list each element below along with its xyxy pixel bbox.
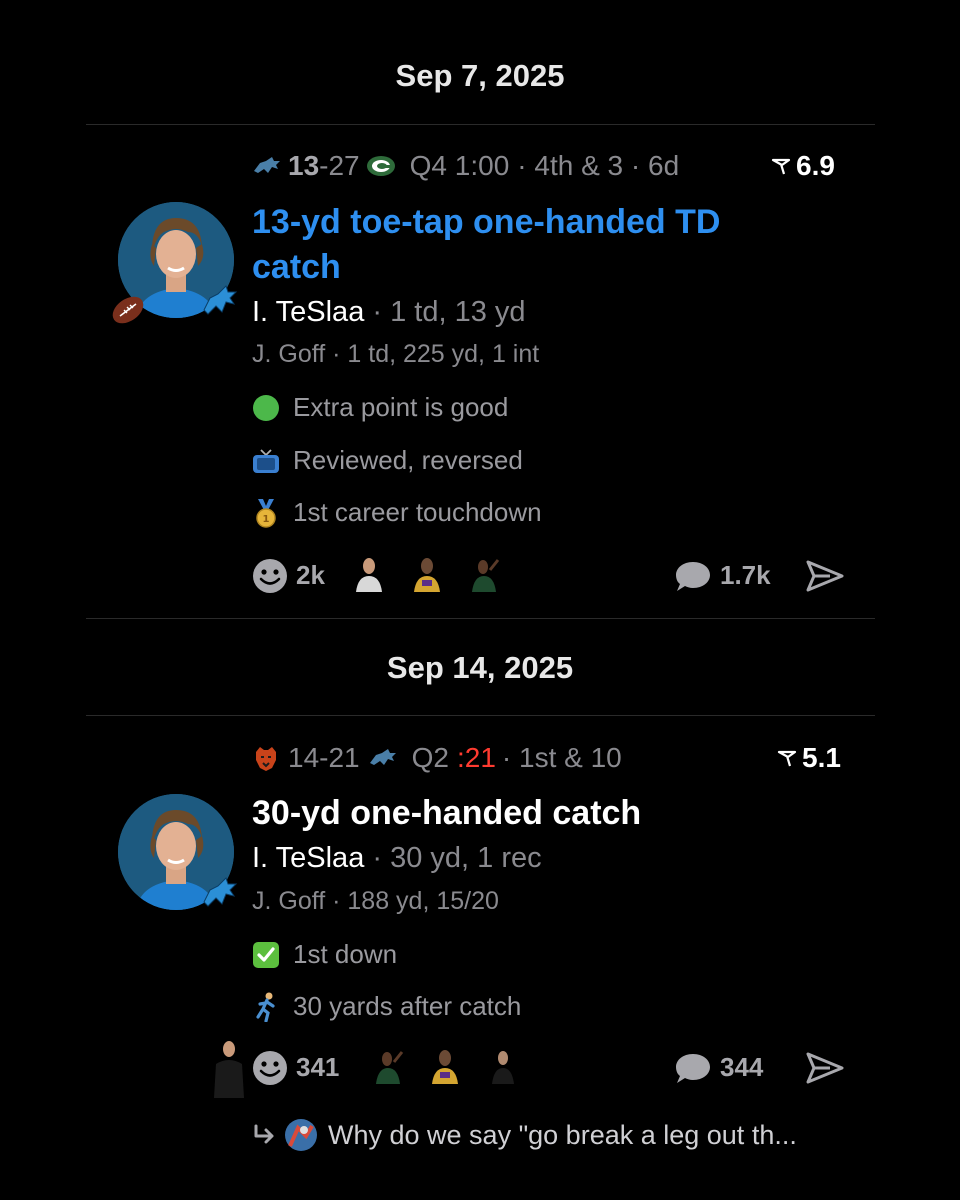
- reactor-avatar[interactable]: [212, 1040, 246, 1098]
- tv-icon: [253, 448, 279, 473]
- note-text: 30 yards after catch: [293, 991, 522, 1021]
- reactor-avatar[interactable]: [412, 556, 442, 592]
- player-stats: · 1 td, 13 yd: [364, 296, 526, 328]
- reactor-avatar[interactable]: [374, 1048, 404, 1084]
- reaction-count[interactable]: 341: [296, 1052, 339, 1083]
- date-header: Sep 14, 2025: [386, 650, 574, 685]
- note-text: 1st career touchdown: [293, 497, 542, 527]
- reactor-avatar[interactable]: [354, 556, 384, 592]
- commenter-avatar[interactable]: [284, 1118, 318, 1152]
- reactor-avatar[interactable]: [470, 556, 500, 592]
- speech-bubble-icon[interactable]: [674, 1052, 712, 1086]
- note-text: Reviewed, reversed: [293, 445, 523, 475]
- game-score: 14-21: [288, 742, 360, 773]
- divider: [86, 618, 875, 619]
- game-situation: · 4th & 3 · 6d: [517, 150, 680, 181]
- game-meta: 13 - 27 Q4 1:00 · 4th & 3 · 6d: [252, 150, 679, 182]
- arrow-rating-icon: [777, 750, 797, 767]
- football-icon: [112, 296, 144, 324]
- note-text: 1st down: [293, 939, 398, 969]
- note-item: 30 yards after catch: [252, 991, 521, 1022]
- green-circle-icon: [253, 394, 279, 421]
- player-line[interactable]: I. TeSlaa · 1 td, 13 yd: [252, 296, 526, 329]
- passer-line[interactable]: J. Goff · 1 td, 225 yd, 1 int: [252, 340, 539, 369]
- note-item: Extra point is good: [252, 392, 508, 423]
- smiley-icon[interactable]: [252, 558, 288, 594]
- reaction-count[interactable]: 2k: [296, 560, 325, 591]
- lions-logo-icon: [203, 877, 238, 907]
- medal-icon: 1: [256, 498, 276, 528]
- note-text: Extra point is good: [293, 392, 509, 422]
- comment-preview[interactable]: Why do we say "go break a leg out th...: [252, 1118, 797, 1152]
- reactor-avatar[interactable]: [430, 1048, 460, 1084]
- game-situation: · 1st & 10: [501, 742, 622, 773]
- away-score: 27: [328, 150, 360, 181]
- rating-value: 5.1: [802, 742, 841, 773]
- game-clock: :21: [456, 742, 496, 773]
- score-separator: -: [319, 150, 329, 181]
- rating-value: 6.9: [796, 150, 835, 181]
- play-rating: 5.1: [776, 742, 841, 774]
- game-meta: 14-21 Q2 :21 · 1st & 10: [252, 742, 622, 774]
- note-item: Reviewed, reversed: [252, 445, 523, 476]
- comment-count[interactable]: 1.7k: [720, 560, 771, 591]
- action-bar: 341 344: [250, 1046, 850, 1090]
- divider: [86, 715, 875, 716]
- play-rating: 6.9: [770, 150, 835, 182]
- game-quarter: Q2: [411, 742, 449, 773]
- lions-logo-icon: [254, 157, 280, 173]
- send-arrow-icon[interactable]: [806, 1052, 844, 1084]
- svg-text:1: 1: [263, 514, 270, 525]
- home-score: 13: [288, 150, 320, 181]
- check-box-icon: [253, 941, 279, 968]
- play-title[interactable]: 13-yd toe-tap one-handed TD catch: [252, 200, 812, 290]
- action-bar: 2k 1.7k: [250, 554, 850, 598]
- note-item: 1st down: [252, 939, 397, 970]
- divider: [86, 124, 875, 125]
- lions-logo-icon: [203, 285, 238, 315]
- speech-bubble-icon[interactable]: [674, 560, 712, 594]
- player-stats: · 30 yd, 1 rec: [364, 842, 542, 874]
- reactor-avatar[interactable]: [488, 1048, 518, 1084]
- bears-logo-icon: [256, 747, 276, 771]
- comment-count[interactable]: 344: [720, 1052, 763, 1083]
- comment-text[interactable]: Why do we say "go break a leg out th...: [328, 1120, 797, 1151]
- player-line[interactable]: I. TeSlaa · 30 yd, 1 rec: [252, 842, 542, 875]
- note-item: 1 1st career touchdown: [252, 497, 542, 528]
- arrow-rating-icon: [771, 158, 791, 175]
- send-arrow-icon[interactable]: [806, 560, 844, 592]
- packers-logo-icon: [366, 156, 395, 176]
- reply-arrow-icon: [254, 1124, 274, 1144]
- game-clock: Q4 1:00: [409, 150, 510, 181]
- lions-logo-icon: [369, 749, 396, 765]
- passer-line[interactable]: J. Goff · 188 yd, 15/20: [252, 887, 499, 916]
- player-name[interactable]: I. TeSlaa: [252, 296, 364, 328]
- runner-icon: [256, 992, 275, 1022]
- date-header: Sep 7, 2025: [395, 58, 565, 93]
- player-name[interactable]: I. TeSlaa: [252, 842, 364, 874]
- smiley-icon[interactable]: [252, 1050, 288, 1086]
- play-title[interactable]: 30-yd one-handed catch: [252, 791, 812, 836]
